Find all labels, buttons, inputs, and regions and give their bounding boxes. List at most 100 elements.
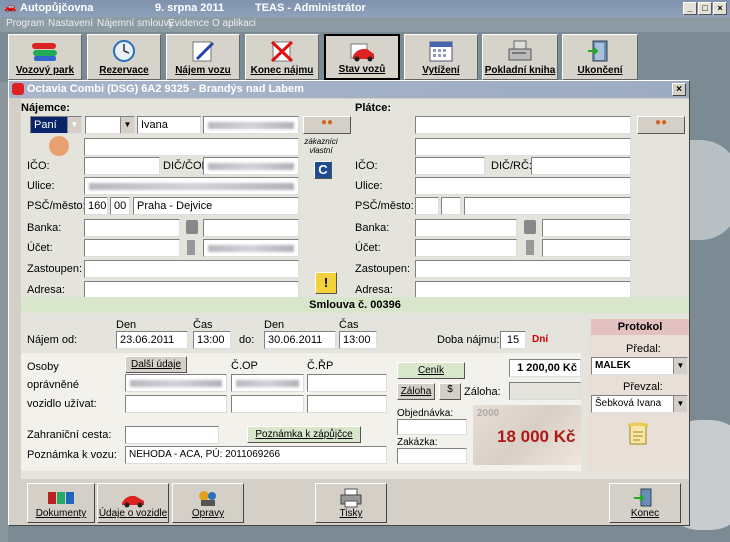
city-field[interactable]: Praha - Dejvice	[133, 197, 299, 215]
ukonceni-button[interactable]: Ukončení	[562, 34, 638, 80]
vozovy-park-button[interactable]: Vozový park	[8, 34, 82, 80]
payer-bank-field[interactable]	[415, 219, 517, 237]
prevzal-label: Převzal:	[623, 381, 663, 393]
uzivat-label: vozidlo užívat:	[27, 398, 97, 410]
payer-adresa-label: Adresa:	[355, 284, 393, 296]
handed-over-select[interactable]: MALEK ▼	[591, 357, 688, 375]
payer-street-field[interactable]	[415, 177, 631, 195]
poznamka-k-zapujcce-button[interactable]: Poznámka k zápůjčce	[247, 426, 361, 443]
payer-mobile-field[interactable]	[542, 239, 631, 257]
payer-name-field[interactable]	[415, 116, 631, 134]
chevron-down-icon[interactable]: ▼	[673, 396, 687, 412]
cas-label-from: Čas	[193, 319, 213, 331]
psc-field-2[interactable]: 00	[110, 197, 130, 215]
ulice-label: Ulice:	[27, 180, 55, 192]
chevron-down-icon[interactable]: ▼	[67, 117, 81, 133]
rezervace-button[interactable]: Rezervace	[87, 34, 161, 80]
dokumenty-button[interactable]: Dokumenty	[27, 483, 95, 523]
udaje-o-vozidle-button[interactable]: Údaje o vozidle	[97, 483, 169, 523]
payer-ico-field[interactable]	[415, 157, 485, 175]
payer-phone-field[interactable]	[542, 219, 631, 237]
last-name-field[interactable]	[203, 116, 299, 134]
street-field[interactable]	[84, 177, 299, 195]
vytizeni-button[interactable]: Vytížení	[404, 34, 478, 80]
foreign-trip-field[interactable]	[125, 426, 219, 444]
cenik-button[interactable]: Ceník	[397, 362, 465, 379]
payer-ucet-label: Účet:	[355, 242, 381, 254]
money-icon[interactable]: $	[439, 383, 461, 400]
bank-field[interactable]	[84, 219, 180, 237]
stav-vozu-button[interactable]: Stav vozů	[324, 34, 400, 80]
cebia-icon[interactable]: C	[314, 161, 332, 179]
taken-over-select[interactable]: Šebková Ivana ▼	[591, 395, 688, 413]
payer-psc-field-2[interactable]	[441, 197, 461, 215]
to-time-field[interactable]: 13:00	[339, 331, 377, 349]
osoby-label: Osoby	[27, 361, 59, 373]
representative-field[interactable]	[84, 260, 299, 278]
payer-dic-field[interactable]	[531, 157, 631, 175]
menu-najemni-smlouvy[interactable]: Nájemní smlouvy	[97, 18, 174, 29]
payer-company-field[interactable]	[415, 138, 631, 156]
menu-o-aplikaci[interactable]: O aplikaci	[212, 18, 256, 29]
title-select[interactable]: ▼	[85, 116, 135, 134]
person-1-op-field[interactable]	[231, 374, 304, 392]
salutation-select[interactable]: Paní ▼	[30, 116, 82, 134]
payer-customers-button[interactable]: ●●	[637, 116, 685, 134]
protocol-document-icon[interactable]	[625, 421, 651, 447]
current-date: 9. srpna 2011	[155, 2, 225, 14]
payer-representative-field[interactable]	[415, 260, 631, 278]
close-button[interactable]: ×	[713, 2, 727, 15]
konec-button[interactable]: Konec	[609, 483, 681, 523]
warning-icon[interactable]: !	[315, 272, 337, 294]
person-1-rp-field[interactable]	[307, 374, 387, 392]
mobile-icon	[187, 240, 195, 255]
job-field[interactable]	[397, 448, 467, 464]
company-name-field[interactable]	[84, 138, 299, 156]
dialog-close-button[interactable]: ×	[672, 83, 686, 96]
order-field[interactable]	[397, 419, 467, 435]
person-2-rp-field[interactable]	[307, 395, 387, 413]
konec-najmu-button[interactable]: Konec nájmu	[245, 34, 319, 80]
to-date-field[interactable]: 30.06.2011	[264, 331, 336, 349]
payer-city-field[interactable]	[464, 197, 631, 215]
price-field[interactable]: 1 200,00 Kč	[509, 359, 581, 377]
minimize-button[interactable]: _	[683, 2, 697, 15]
najem-vozu-button[interactable]: Nájem vozu	[166, 34, 240, 80]
menu-program[interactable]: Program	[6, 18, 44, 29]
mobile-field[interactable]	[203, 239, 299, 257]
ico-field[interactable]	[84, 157, 160, 175]
tisky-button[interactable]: Tisky	[315, 483, 387, 523]
dalsi-udaje-button[interactable]: Další údaje	[125, 356, 187, 373]
phone-field[interactable]	[203, 219, 299, 237]
from-time-field[interactable]: 13:00	[193, 331, 231, 349]
menu-nastaveni[interactable]: Nastavení	[48, 18, 93, 29]
zaloha-button[interactable]: Záloha	[397, 383, 435, 400]
maximize-button[interactable]: □	[698, 2, 712, 15]
najem-od-label: Nájem od:	[27, 334, 78, 346]
payer-psc-field-1[interactable]	[415, 197, 439, 215]
protocol-panel: Protokol Předal: MALEK ▼ Převzal: Šebková…	[589, 319, 689, 471]
opravy-button[interactable]: Opravy	[172, 483, 244, 523]
first-name-field[interactable]: Ivana	[137, 116, 201, 134]
payer-account-field[interactable]	[415, 239, 517, 257]
menu-evidence[interactable]: Evidence	[168, 18, 209, 29]
zahranicni-cesta-label: Zahraniční cesta:	[27, 429, 112, 441]
chevron-down-icon[interactable]: ▼	[673, 358, 687, 374]
deposit-field[interactable]	[509, 382, 581, 400]
dic-field[interactable]	[203, 157, 299, 175]
mobile-icon	[526, 240, 534, 255]
person-1-name-field[interactable]	[125, 374, 227, 392]
person-2-op-field[interactable]	[231, 395, 304, 413]
account-field[interactable]	[84, 239, 180, 257]
chevron-down-icon[interactable]: ▼	[120, 117, 134, 133]
psc-field-1[interactable]: 160	[84, 197, 108, 215]
person-2-name-field[interactable]	[125, 395, 227, 413]
days-field[interactable]: 15	[500, 331, 526, 349]
car-note-field[interactable]: NEHODA - ACA, PÚ: 2011069266	[125, 446, 387, 464]
customers-button[interactable]: ●●	[303, 116, 351, 134]
pokladni-kniha-button[interactable]: Pokladní kniha	[482, 34, 558, 80]
cop-label: Č.OP	[231, 360, 258, 372]
from-date-field[interactable]: 23.06.2011	[116, 331, 188, 349]
poznamka-k-vozu-label: Poznámka k vozu:	[27, 449, 117, 461]
printer-icon	[340, 488, 362, 508]
